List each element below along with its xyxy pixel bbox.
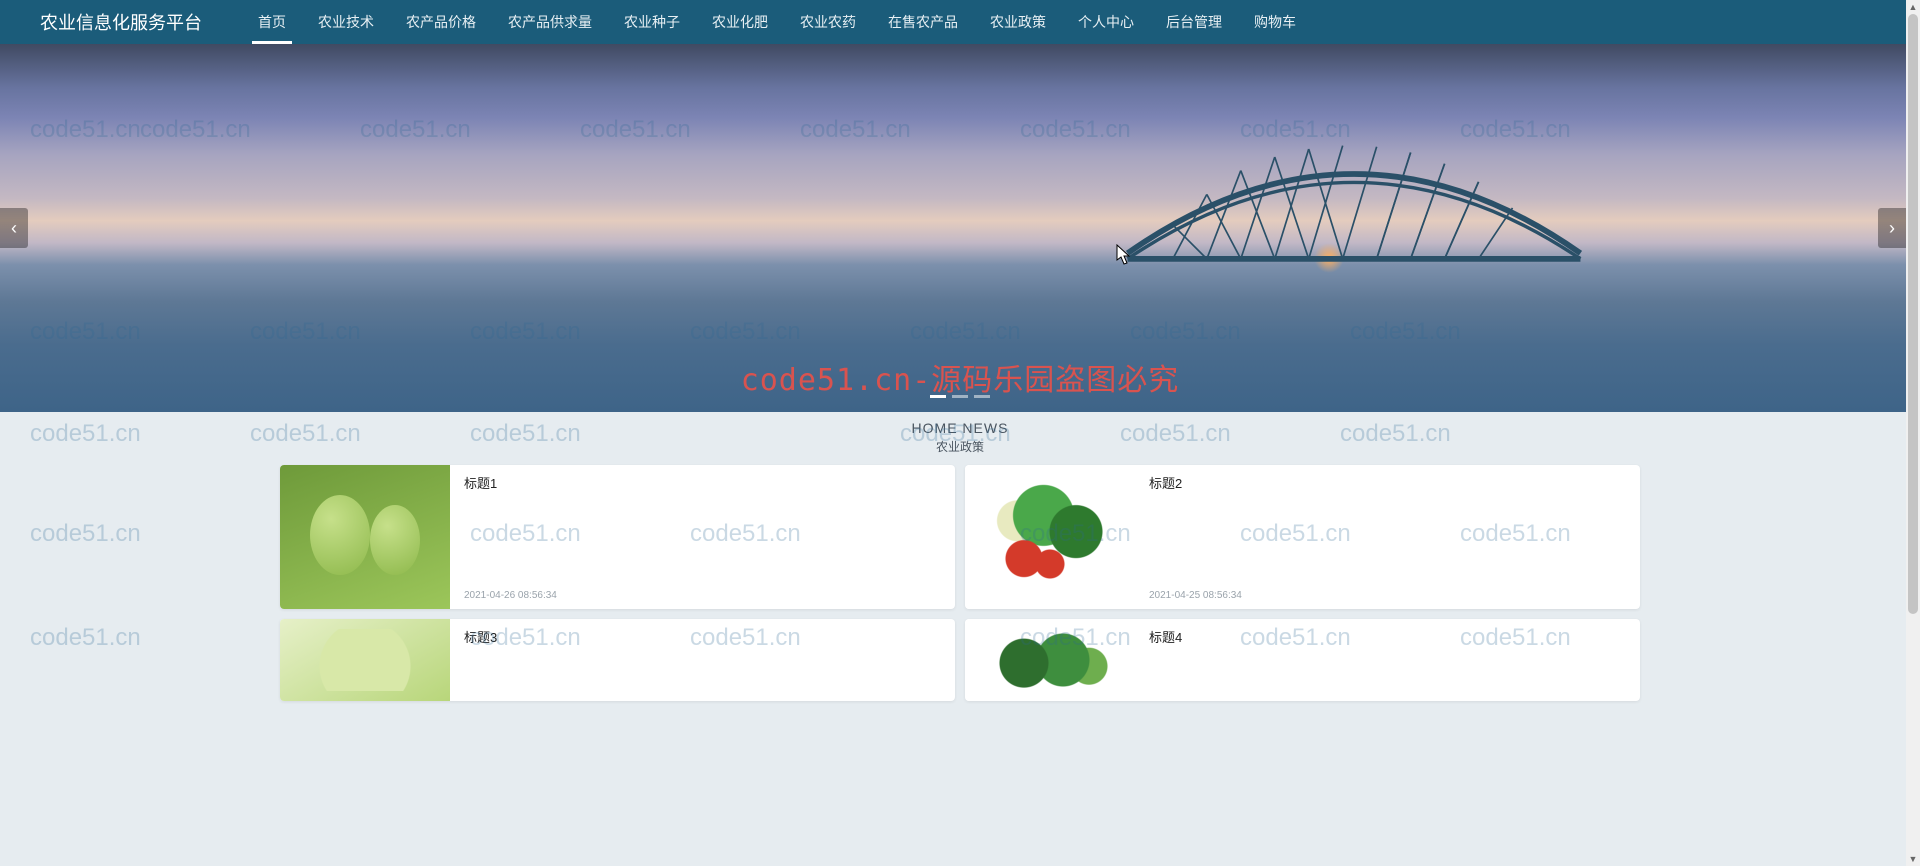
nav-item-6[interactable]: 农业农药: [784, 0, 872, 44]
card-image: [280, 465, 450, 609]
section-title-zh: 农业政策: [0, 438, 1920, 455]
card-image: [280, 619, 450, 701]
card-title: 标题2: [1149, 473, 1626, 492]
card-date: 2021-04-25 08:56:34: [1149, 590, 1626, 601]
card-date: 2021-04-26 08:56:34: [464, 590, 941, 601]
cards-grid: 标题1 2021-04-26 08:56:34 标题2 2021-04-25 08:5…: [280, 465, 1640, 701]
nav-item-4[interactable]: 农业种子: [608, 0, 696, 44]
section-title-en: HOME NEWS: [0, 420, 1920, 436]
news-card-3[interactable]: 标题4: [965, 619, 1640, 701]
news-card-2[interactable]: 标题3: [280, 619, 955, 701]
card-image: [965, 619, 1135, 701]
nav-item-0[interactable]: 首页: [242, 0, 302, 44]
card-title: 标题3: [464, 627, 941, 646]
nav-item-11[interactable]: 购物车: [1238, 0, 1312, 44]
brand-title: 农业信息化服务平台: [40, 9, 202, 35]
watermark: code51.cn: [30, 520, 141, 548]
top-navbar: 农业信息化服务平台 首页农业技术农产品价格农产品供求量农业种子农业化肥农业农药在…: [0, 0, 1920, 44]
nav-item-5[interactable]: 农业化肥: [696, 0, 784, 44]
news-card-1[interactable]: 标题2 2021-04-25 08:56:34: [965, 465, 1640, 609]
scrollbar-thumb[interactable]: [1908, 14, 1918, 614]
card-title: 标题1: [464, 473, 941, 492]
card-body: 标题3: [450, 619, 955, 701]
nav-item-8[interactable]: 农业政策: [974, 0, 1062, 44]
bridge-decor: [826, 140, 1882, 287]
nav-list: 首页农业技术农产品价格农产品供求量农业种子农业化肥农业农药在售农产品农业政策个人…: [242, 0, 1312, 44]
card-body: 标题4: [1135, 619, 1640, 701]
carousel-prev-button[interactable]: ‹: [0, 208, 28, 248]
carousel-next-button[interactable]: ›: [1878, 208, 1906, 248]
nav-item-3[interactable]: 农产品供求量: [492, 0, 608, 44]
news-card-0[interactable]: 标题1 2021-04-26 08:56:34: [280, 465, 955, 609]
nav-item-1[interactable]: 农业技术: [302, 0, 390, 44]
scroll-down-icon[interactable]: ▼: [1906, 852, 1920, 866]
section-title: HOME NEWS 农业政策: [0, 412, 1920, 459]
card-body: 标题1 2021-04-26 08:56:34: [450, 465, 955, 609]
card-body: 标题2 2021-04-25 08:56:34: [1135, 465, 1640, 609]
sun-decor: [1314, 243, 1344, 273]
card-image: [965, 465, 1135, 609]
vertical-scrollbar[interactable]: ▲ ▼: [1906, 0, 1920, 866]
scroll-up-icon[interactable]: ▲: [1906, 0, 1920, 14]
card-title: 标题4: [1149, 627, 1626, 646]
watermark-center: code51.cn-源码乐园盗图必究: [741, 355, 1180, 399]
nav-item-7[interactable]: 在售农产品: [872, 0, 974, 44]
nav-item-2[interactable]: 农产品价格: [390, 0, 492, 44]
nav-item-9[interactable]: 个人中心: [1062, 0, 1150, 44]
watermark: code51.cn: [30, 624, 141, 652]
nav-item-10[interactable]: 后台管理: [1150, 0, 1238, 44]
